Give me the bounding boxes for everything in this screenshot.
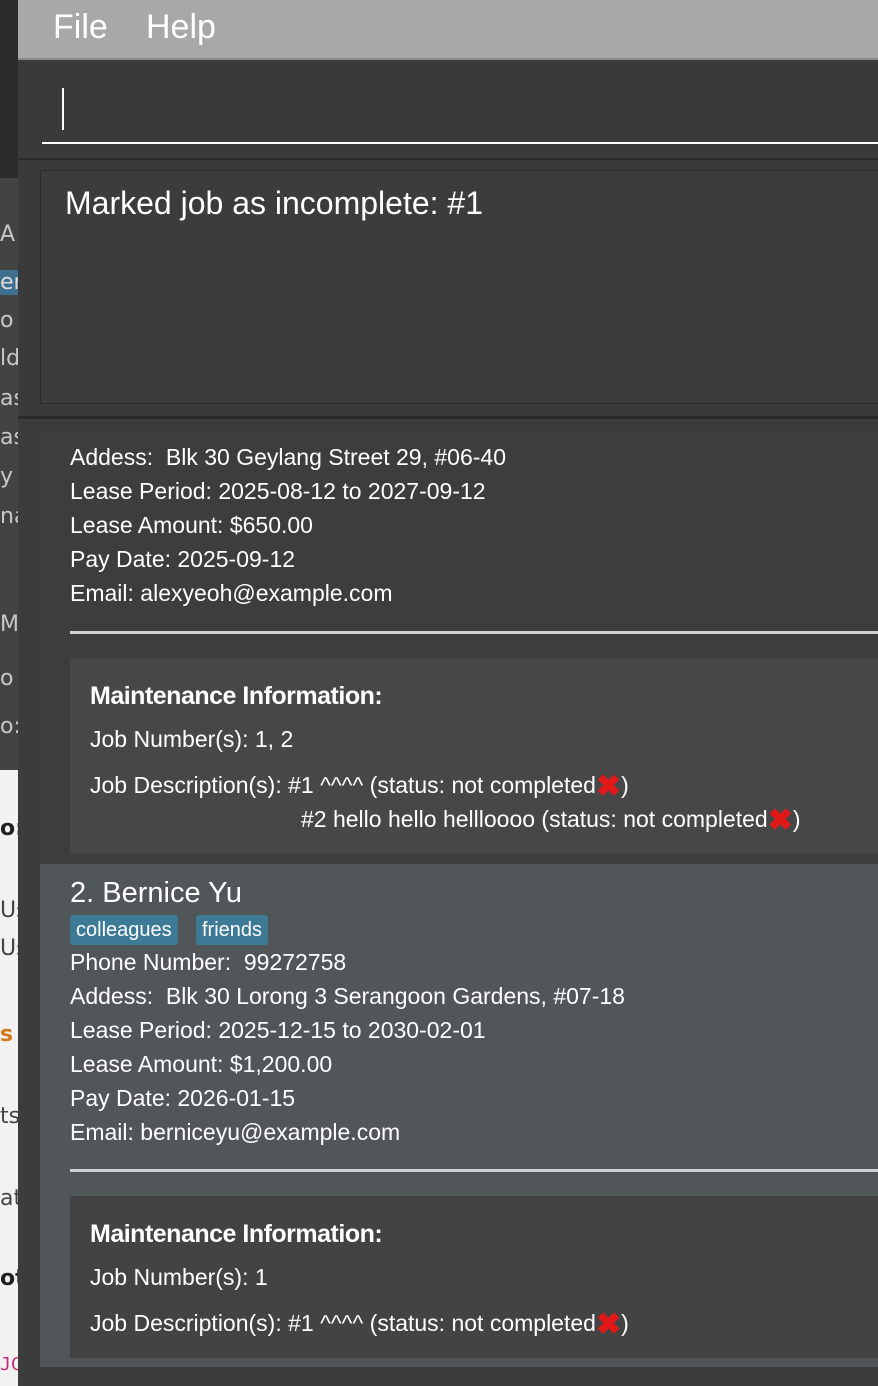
lease-amount: Lease Amount: $1,200.00 bbox=[70, 1051, 333, 1077]
pay-date: Pay Date: 2026-01-15 bbox=[70, 1085, 296, 1111]
background-fragment: o: bbox=[0, 816, 18, 841]
background-fragment: as bbox=[0, 386, 18, 411]
tag-colleagues: colleagues bbox=[70, 915, 178, 945]
tag-friends: friends bbox=[196, 915, 269, 945]
job-entry-close: ) bbox=[621, 772, 629, 798]
background-fragment: ts bbox=[0, 1104, 18, 1129]
address-row: Addess: Blk 30 Lorong 3 Serangoon Garden… bbox=[70, 983, 625, 1010]
address-row: Addess: Blk 30 Geylang Street 29, #06-40 bbox=[70, 444, 506, 471]
job-numbers: Job Number(s): 1, 2 bbox=[90, 726, 294, 752]
maintenance-title: Maintenance Information: bbox=[90, 682, 383, 710]
background-fragment: as bbox=[0, 425, 18, 450]
phone-value: 99272758 bbox=[243, 949, 347, 975]
menu-file[interactable]: File bbox=[53, 8, 108, 47]
job-entry: #2 hello hello hellloooo (status: not co… bbox=[301, 806, 768, 832]
list-bottom-padding bbox=[18, 1367, 878, 1386]
result-message: Marked job as incomplete: #1 bbox=[65, 185, 483, 221]
phone-row: Phone Number: 99272758 bbox=[70, 949, 346, 976]
background-window-light-pane bbox=[0, 770, 18, 1386]
background-fragment: er bbox=[0, 270, 18, 295]
lease-period: Lease Period: 2025-12-15 to 2030-02-01 bbox=[70, 1017, 486, 1043]
background-fragment: Us bbox=[0, 898, 18, 923]
background-fragment: o bbox=[0, 666, 14, 691]
job-entry: #1 ^^^^ (status: not completed bbox=[288, 772, 596, 798]
cross-mark-icon: ✖ bbox=[595, 770, 622, 803]
email: Email: berniceyu@example.com bbox=[70, 1119, 401, 1145]
background-fragment: ot bbox=[0, 1266, 18, 1291]
menu-bar: File Help bbox=[18, 0, 878, 60]
lease-amount: Lease Amount: $650.00 bbox=[70, 512, 313, 538]
background-fragment: JC bbox=[0, 1354, 18, 1375]
menu-help[interactable]: Help bbox=[146, 8, 216, 47]
job-description-label: Job Description(s): bbox=[90, 772, 282, 798]
text-caret bbox=[62, 88, 64, 130]
job-description-row: Job Description(s): #1 ^^^^ (status: not… bbox=[90, 769, 629, 804]
background-fragment: A bbox=[0, 222, 16, 247]
maintenance-title: Maintenance Information: bbox=[90, 1220, 383, 1248]
lease-period: Lease Period: 2025-08-12 to 2027-09-12 bbox=[70, 478, 486, 504]
background-window: A er o ld as as y na M o o: o: Us Us s t… bbox=[0, 0, 18, 1386]
person-card-selected[interactable]: 2. Bernice Yu colleagues friends Phone N… bbox=[40, 864, 878, 1367]
job-description-row: #2 hello hello hellloooo (status: not co… bbox=[301, 803, 801, 838]
background-fragment: o bbox=[0, 308, 14, 333]
background-fragment: Us bbox=[0, 936, 18, 961]
phone-label: Phone Number: bbox=[70, 949, 232, 975]
job-entry-close: ) bbox=[621, 1310, 629, 1336]
person-name: 2. Bernice Yu bbox=[70, 877, 242, 909]
background-window-top-strip bbox=[0, 0, 18, 178]
maintenance-panel: Maintenance Information: Job Number(s): … bbox=[70, 658, 878, 854]
job-description-row: Job Description(s): #1 ^^^^ (status: not… bbox=[90, 1307, 629, 1342]
maintenance-panel: Maintenance Information: Job Number(s): … bbox=[70, 1196, 878, 1358]
job-numbers: Job Number(s): 1 bbox=[90, 1264, 268, 1290]
command-input[interactable] bbox=[42, 82, 878, 144]
background-fragment: o: bbox=[0, 714, 18, 739]
background-fragment: M bbox=[0, 612, 18, 637]
address-value: Blk 30 Lorong 3 Serangoon Gardens, #07-1… bbox=[165, 983, 625, 1009]
person-list[interactable]: Addess: Blk 30 Geylang Street 29, #06-40… bbox=[18, 419, 878, 1386]
card-divider bbox=[70, 1169, 878, 1172]
result-display[interactable]: Marked job as incomplete: #1 bbox=[40, 170, 878, 404]
address-label: Addess: bbox=[70, 444, 154, 470]
address-value: Blk 30 Geylang Street 29, #06-40 bbox=[165, 444, 506, 470]
result-display-area: Marked job as incomplete: #1 bbox=[18, 160, 878, 419]
address-label: Addess: bbox=[70, 983, 154, 1009]
person-card[interactable]: Addess: Blk 30 Geylang Street 29, #06-40… bbox=[40, 437, 878, 863]
job-description-label: Job Description(s): bbox=[90, 1310, 282, 1336]
background-fragment: y bbox=[0, 464, 14, 489]
background-fragment: at: bbox=[0, 1186, 18, 1211]
email: Email: alexyeoh@example.com bbox=[70, 580, 393, 606]
cross-mark-icon: ✖ bbox=[767, 804, 793, 837]
pay-date: Pay Date: 2025-09-12 bbox=[70, 546, 296, 572]
background-fragment: na bbox=[0, 504, 18, 529]
job-entry-close: ) bbox=[792, 806, 801, 832]
cross-mark-icon: ✖ bbox=[595, 1308, 622, 1341]
card-divider bbox=[70, 631, 878, 634]
job-entry: #1 ^^^^ (status: not completed bbox=[288, 1310, 596, 1336]
background-fragment: ld bbox=[0, 346, 18, 371]
app-window: File Help Marked job as incomplete: #1 A… bbox=[18, 0, 878, 1386]
background-fragment: s bbox=[0, 1022, 14, 1047]
command-area bbox=[18, 60, 878, 160]
